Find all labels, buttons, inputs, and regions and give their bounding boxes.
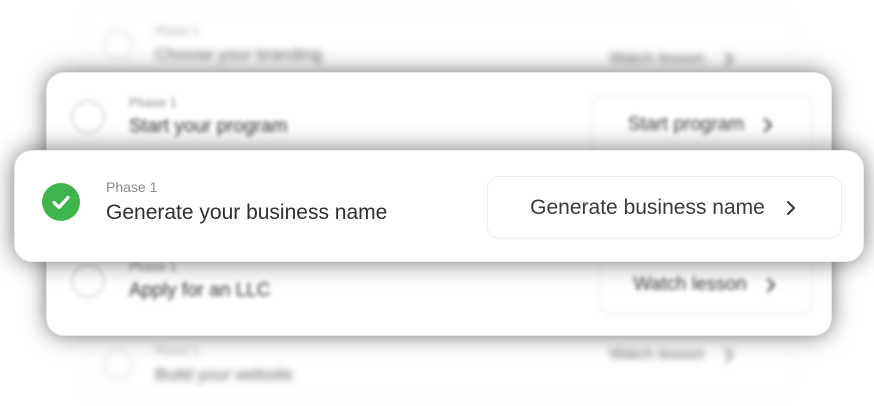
watch-lesson-label: Watch lesson (609, 346, 705, 363)
step-phase-label: Phase 1 (106, 179, 158, 195)
watch-lesson-button[interactable]: Watch lesson (599, 255, 813, 315)
step-title: Build your website (155, 365, 293, 384)
step-title: Generate your business name (106, 201, 388, 224)
start-program-label: Start program (627, 114, 745, 135)
chevron-right-icon (764, 118, 773, 132)
step-card-generate-business-name[interactable]: Phase 1 Generate your business name Gene… (14, 150, 864, 262)
generate-business-name-button[interactable]: Generate business name (487, 176, 842, 239)
watch-lesson-label: Watch lesson (633, 274, 747, 295)
phase-steps-stack: Phase 1 Choose your branding Watch lesso… (0, 0, 874, 406)
chevron-right-icon (724, 52, 733, 66)
chevron-right-icon (724, 348, 733, 362)
step-phase-label: Phase 1 (155, 24, 200, 38)
radio-empty-icon[interactable] (103, 350, 133, 380)
step-title: Apply for an LLC (129, 280, 271, 301)
start-program-button[interactable]: Start program (591, 95, 813, 155)
watch-lesson-button[interactable]: Watch lesson (588, 335, 758, 375)
chevron-right-icon (786, 200, 795, 215)
checkmark-icon (52, 195, 70, 210)
radio-empty-icon[interactable] (103, 30, 133, 60)
watch-lesson-label: Watch lesson (609, 50, 705, 67)
step-phase-label: Phase 1 (155, 344, 200, 358)
generate-business-name-label: Generate business name (530, 195, 765, 219)
step-title: Start your program (129, 116, 288, 137)
radio-empty-icon[interactable] (71, 264, 105, 298)
check-circle-icon (42, 183, 80, 221)
chevron-right-icon (766, 278, 775, 292)
step-title: Choose your branding (155, 45, 323, 64)
step-phase-label: Phase 1 (129, 95, 177, 110)
radio-empty-icon[interactable] (71, 100, 105, 134)
